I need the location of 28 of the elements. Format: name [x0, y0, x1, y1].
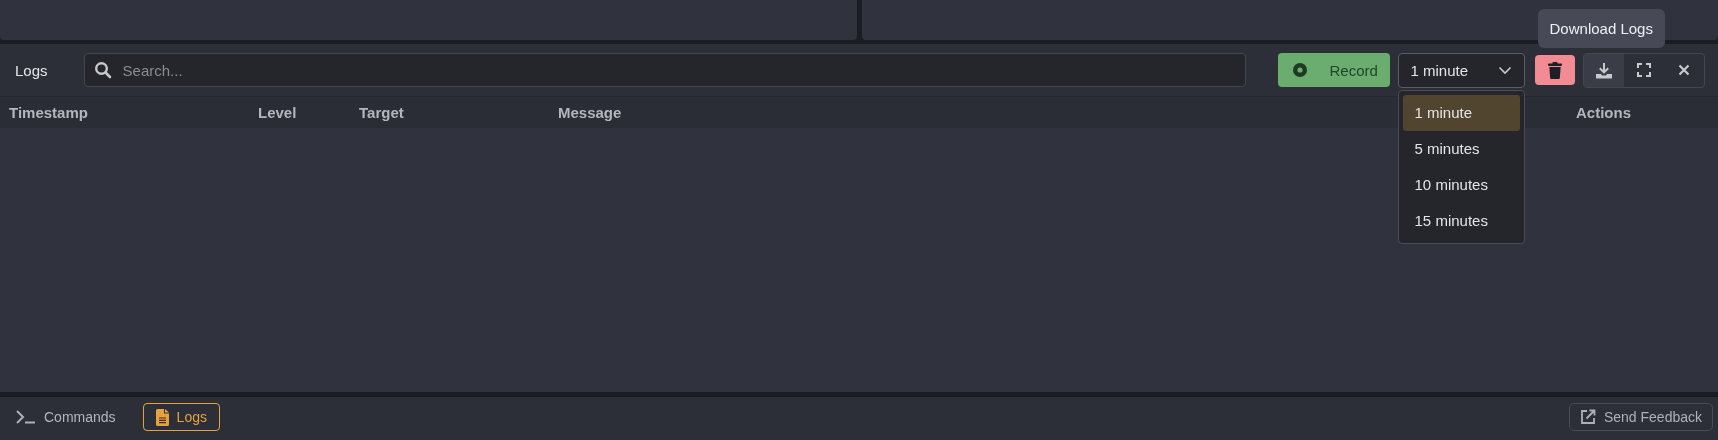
column-header: Timestamp — [8, 104, 89, 121]
interval-select[interactable]: 1 minute — [1397, 52, 1525, 88]
tooltip: Download Logs — [1537, 8, 1665, 48]
panel-tab[interactable]: Commands — [15, 403, 129, 431]
record-icon — [1291, 62, 1308, 78]
fullscreen-icon — [1636, 63, 1651, 77]
chevron-down-icon — [1497, 65, 1512, 75]
delete-button[interactable] — [1534, 55, 1575, 85]
column-header: Level — [258, 104, 298, 121]
search-icon — [93, 61, 112, 79]
dropdown-option[interactable]: 5 minutes — [1402, 130, 1520, 167]
dropdown-option[interactable]: 10 minutes — [1402, 166, 1520, 203]
panel-title: Logs — [15, 61, 48, 79]
column-header: Actions — [1576, 104, 1632, 121]
search-field[interactable]: Search... — [83, 53, 1246, 87]
terminal-icon — [16, 410, 36, 424]
close-icon — [1677, 64, 1690, 76]
record-button[interactable]: Record — [1277, 53, 1390, 87]
external-link-icon — [1579, 409, 1596, 425]
dropdown-option[interactable]: 1 minute — [1402, 94, 1520, 131]
dropdown-option[interactable]: 15 minutes — [1402, 202, 1520, 239]
panel-tab[interactable]: Logs — [142, 403, 220, 431]
send-feedback-button[interactable]: Send Feedback — [1568, 403, 1713, 431]
column-header: Message — [558, 104, 622, 121]
download-icon — [1594, 61, 1613, 79]
trash-icon — [1547, 61, 1562, 79]
document-icon — [155, 408, 169, 426]
column-header: Target — [359, 104, 405, 121]
